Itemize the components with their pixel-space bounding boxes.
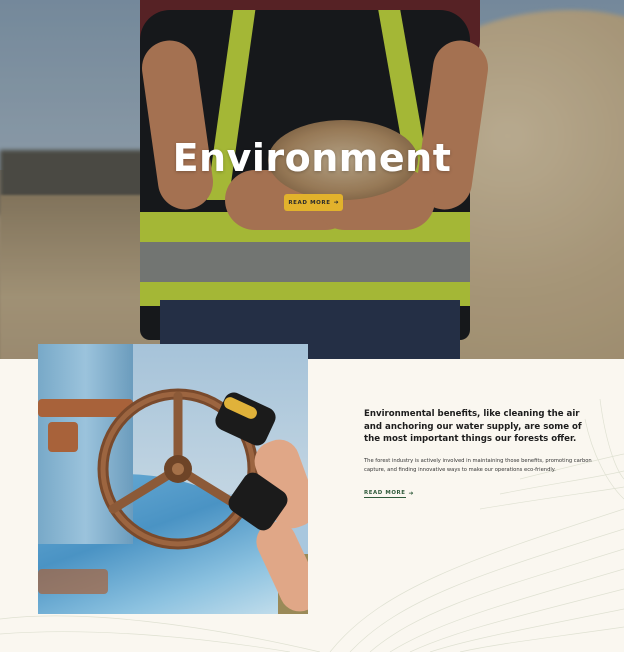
arrow-right-icon: ➜ bbox=[333, 198, 339, 206]
feature-read-more-label: READ MORE bbox=[364, 490, 406, 498]
feature-body: The forest industry is actively involved… bbox=[364, 457, 592, 473]
page-title: Environment bbox=[172, 136, 452, 180]
hero-read-more-label: READ MORE bbox=[288, 199, 331, 206]
valve-wheel-image bbox=[38, 344, 308, 614]
arrow-right-icon: ➜ bbox=[408, 490, 414, 497]
feature-lead: Environmental benefits, like cleaning th… bbox=[364, 409, 582, 444]
feature-text: Environmental benefits, like cleaning th… bbox=[364, 408, 594, 475]
hero-banner: Environment READ MORE ➜ bbox=[0, 0, 624, 359]
feature-read-more-link[interactable]: READ MORE ➜ bbox=[364, 490, 414, 498]
hero-read-more-button[interactable]: READ MORE ➜ bbox=[284, 194, 343, 211]
